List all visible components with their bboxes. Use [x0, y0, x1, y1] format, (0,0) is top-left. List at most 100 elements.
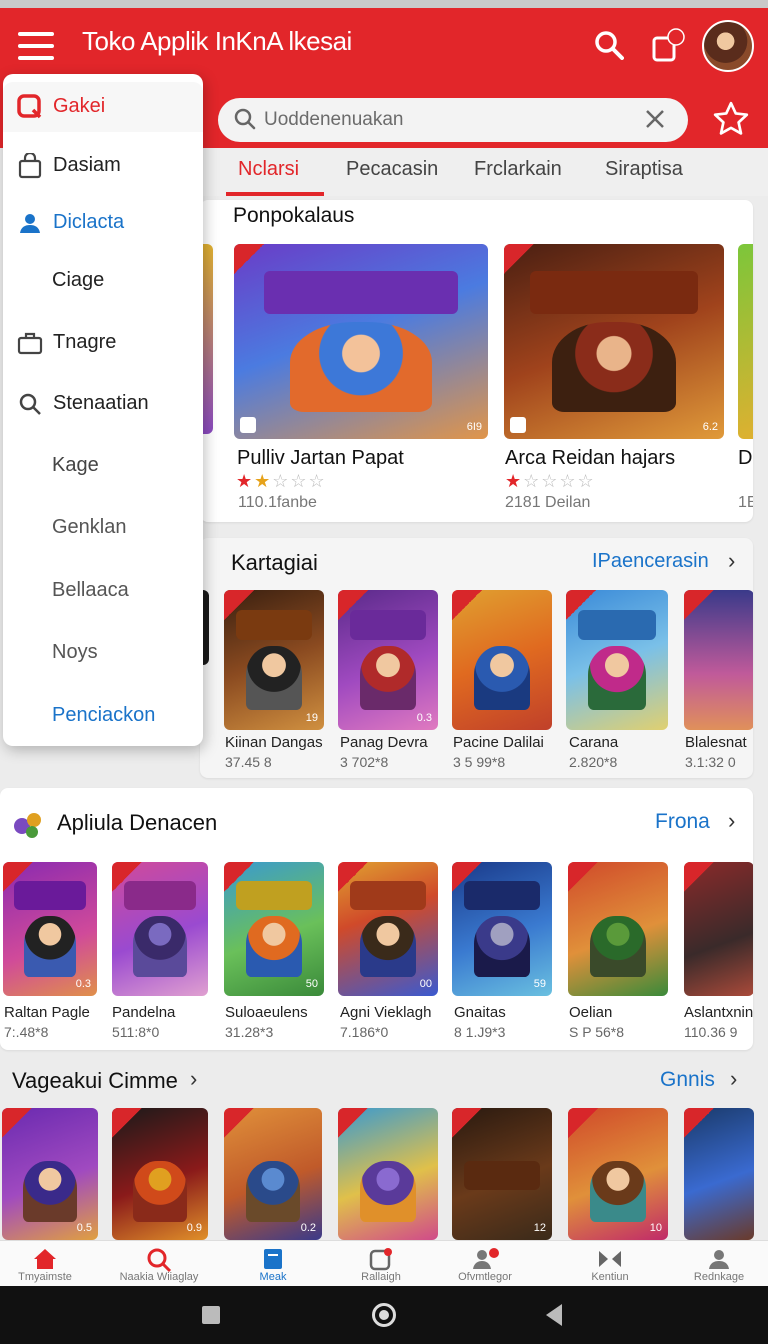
game-art[interactable] [112, 862, 208, 996]
game-meta: 37.45 8 [225, 754, 272, 770]
drawer-item-bellaaca[interactable]: Bellaaca [3, 566, 203, 616]
game-title[interactable]: Gnaitas [454, 1004, 506, 1021]
search-icon [147, 1248, 172, 1273]
back-button[interactable] [546, 1304, 562, 1326]
game-art[interactable]: 0.2 [224, 1108, 322, 1240]
game-art[interactable]: 0.3 [338, 590, 438, 730]
game-art[interactable] [566, 590, 668, 730]
game-meta: 31.28*3 [225, 1024, 274, 1040]
category-tabs: Nclarsi Pecacasin Frclarkain Siraptisa [200, 148, 768, 196]
game-title[interactable]: Oelian [569, 1004, 612, 1021]
status-strip [0, 0, 768, 8]
game-title[interactable]: Pacine Dalilai [453, 734, 544, 751]
game-title[interactable]: Blalesnat [685, 734, 747, 751]
puzzle-icon [14, 813, 41, 838]
featured-game-art[interactable]: 6.2 [504, 244, 724, 439]
game-meta: 511:8*0 [112, 1024, 160, 1040]
game-title[interactable]: Carana [569, 734, 618, 751]
game-title[interactable]: Panag Devra [340, 734, 428, 751]
drawer-item-tnagre[interactable]: Tnagre [3, 318, 203, 368]
game-art[interactable]: 59 [452, 862, 552, 996]
game-art[interactable]: 50 [224, 862, 324, 996]
drawer-item-ciage[interactable]: Ciage [3, 256, 203, 306]
game-art[interactable] [684, 590, 753, 730]
game-meta: 2181 Deilan [505, 494, 591, 511]
see-more-link[interactable]: IPaencerasin [592, 550, 709, 573]
nav-item-rednkage[interactable]: Rednkage [664, 1241, 768, 1287]
notification-icon[interactable] [650, 28, 686, 64]
featured-game-art[interactable]: 6I9 [234, 244, 488, 439]
chevron-right-icon[interactable]: › [190, 1066, 197, 1092]
game-title[interactable]: Agni Vieklagh [340, 1004, 431, 1021]
puzzle-icon [599, 1251, 621, 1267]
nav-item-home[interactable]: Tmyaimste [0, 1241, 100, 1287]
nav-item-search[interactable]: Naakia Wiiaglay [104, 1241, 214, 1287]
drawer-item-stenaatian[interactable]: Stenaatian [3, 379, 203, 429]
tab-pecacasin[interactable]: Pecacasin [346, 158, 438, 181]
game-art[interactable]: 0.3 [3, 862, 97, 996]
drawer-item-gakei[interactable]: Gakei [3, 82, 203, 132]
tab-nclarsi[interactable]: Nclarsi [238, 158, 299, 181]
search-q-icon [17, 94, 42, 119]
nav-item-rallaigh[interactable]: Rallaigh [326, 1241, 436, 1287]
game-meta: 1E [738, 494, 753, 511]
featured-game-art[interactable] [738, 244, 753, 439]
game-art[interactable] [684, 1108, 754, 1240]
game-title[interactable]: Kiinan Dangas [225, 734, 323, 751]
document-icon [264, 1249, 282, 1269]
chevron-right-icon[interactable]: › [728, 548, 735, 574]
game-badge: 6I9 [466, 421, 482, 433]
game-art[interactable]: 12 [452, 1108, 552, 1240]
star-icon[interactable] [712, 100, 750, 138]
nav-item-kentiun[interactable]: Kentiun [555, 1241, 665, 1287]
home-button[interactable] [372, 1303, 396, 1327]
drawer-item-kage[interactable]: Kage [3, 441, 203, 491]
drawer-item-noys[interactable]: Noys [3, 628, 203, 678]
drawer-item-penciackon[interactable]: Penciackon [3, 691, 203, 741]
nav-item-meak[interactable]: Meak [218, 1241, 328, 1287]
game-art[interactable] [568, 862, 668, 996]
game-badge: 6.2 [702, 421, 718, 433]
search-input[interactable]: Uoddenenuakan [218, 98, 688, 142]
section-title: Kartagiai [231, 550, 318, 575]
game-art[interactable]: 00 [338, 862, 438, 996]
game-title[interactable]: Pandelna [112, 1004, 175, 1021]
game-art[interactable] [452, 590, 552, 730]
drawer-item-diclacta[interactable]: Diclacta [3, 198, 203, 248]
game-meta: 110.1fanbe [238, 494, 317, 511]
avatar[interactable] [702, 20, 754, 72]
game-title[interactable]: Pulliv Jartan Papat [237, 447, 404, 470]
game-title[interactable]: Raltan Pagle [4, 1004, 90, 1021]
nav-item-ofvmtlegor[interactable]: Ofvmtlegor [430, 1241, 540, 1287]
recents-button[interactable] [202, 1306, 220, 1324]
see-more-link[interactable]: Frona [655, 810, 710, 834]
game-title[interactable]: D [738, 447, 752, 470]
navigation-drawer: Gakei Dasiam Diclacta Ciage Tnagre Stena… [3, 74, 203, 746]
game-title[interactable]: Aslantxnin [684, 1004, 753, 1021]
game-meta: 3.1:32 0 [685, 754, 736, 770]
game-art[interactable]: 0.9 [112, 1108, 208, 1240]
chevron-right-icon[interactable]: › [730, 1066, 737, 1092]
briefcase-icon [17, 332, 43, 355]
see-more-link[interactable]: Gnnis [660, 1068, 715, 1092]
rating-stars: ★★☆☆☆ [236, 471, 327, 491]
game-title[interactable]: Arca Reidan hajars [505, 447, 675, 470]
game-art[interactable]: 19 [224, 590, 324, 730]
game-title[interactable]: Suloaeulens [225, 1004, 308, 1021]
section-title: Ponpokalaus [233, 204, 355, 227]
tab-frclarkain[interactable]: Frclarkain [474, 158, 562, 181]
search-icon[interactable] [594, 30, 624, 60]
game-art[interactable] [684, 862, 753, 996]
game-meta: 3 5 99*8 [453, 754, 506, 770]
drawer-item-dasiam[interactable]: Dasiam [3, 141, 203, 191]
game-meta: 3 702*8 [340, 754, 389, 770]
game-art[interactable]: 0.5 [2, 1108, 98, 1240]
close-icon[interactable] [644, 108, 666, 130]
game-art[interactable] [338, 1108, 438, 1240]
tab-siraptisa[interactable]: Siraptisa [605, 158, 683, 181]
kartagiai-section: Kartagiai IPaencerasin › 19 0.3 Kiinan D… [200, 538, 753, 778]
hamburger-menu-icon[interactable] [18, 32, 54, 60]
chevron-right-icon[interactable]: › [728, 808, 735, 834]
game-art[interactable]: 10 [568, 1108, 668, 1240]
drawer-item-genklan[interactable]: Genklan [3, 503, 203, 553]
